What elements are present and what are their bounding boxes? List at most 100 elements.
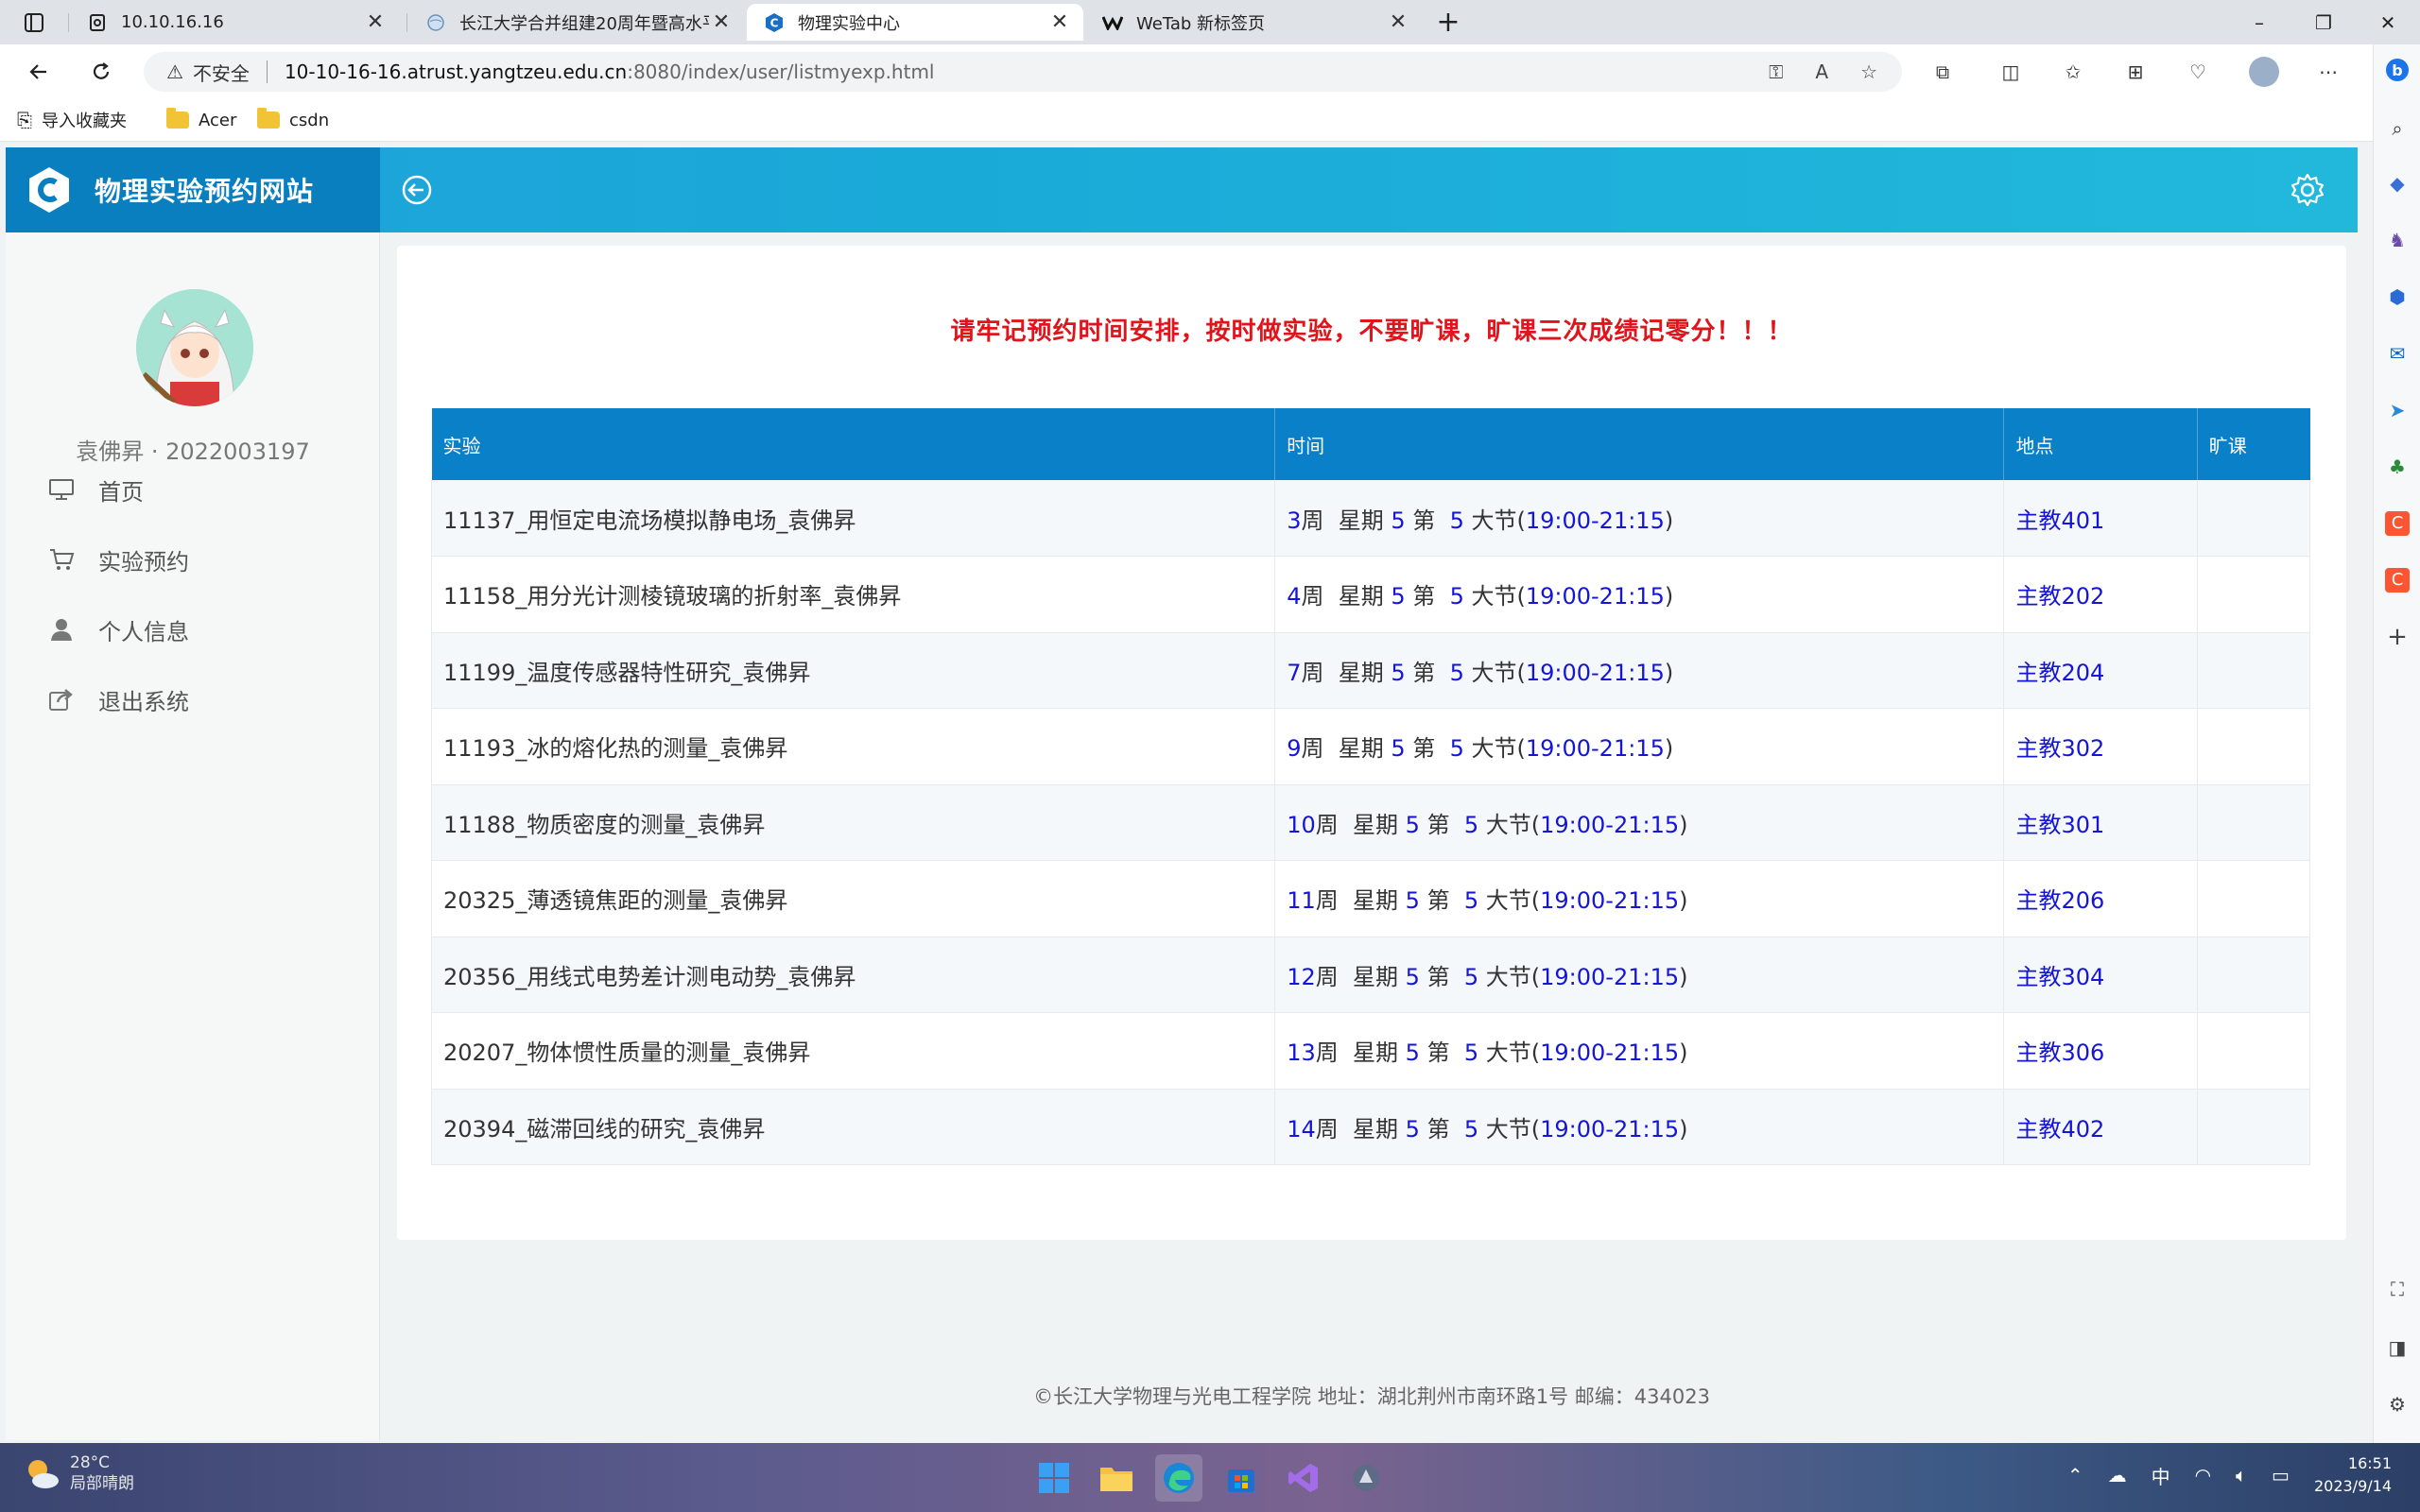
restore-button[interactable]: ❐ [2291, 0, 2356, 44]
security-label: 不安全 [192, 61, 250, 85]
cell-place: 主教302 [2003, 708, 2198, 785]
onedrive-icon[interactable]: ☁ [2108, 1464, 2127, 1486]
add-icon[interactable]: + [2383, 623, 2411, 651]
user-name-id: 袁佛昇 · 2022003197 [76, 438, 310, 465]
wifi-icon[interactable]: ◠ [2195, 1464, 2211, 1486]
bookmark-acer[interactable]: Acer [166, 107, 236, 133]
shopping-tag-icon[interactable]: ◆ [2383, 169, 2411, 198]
sidebar-item-booking[interactable]: 实验预约 [47, 541, 189, 578]
tab-3-active[interactable]: C 物理实验中心 ✕ [747, 4, 1083, 41]
user-icon [47, 615, 76, 644]
edge-browser-button[interactable] [1155, 1454, 1202, 1502]
cell-experiment: 20207_物体惯性质量的测量_袁佛昇 [430, 1012, 1276, 1090]
send-icon[interactable]: ➤ [2383, 396, 2411, 424]
gear-icon[interactable] [2290, 172, 2325, 208]
close-window-button[interactable]: ✕ [2356, 0, 2420, 44]
time-range: 19:00-21:15 [1540, 1115, 1680, 1143]
battery-icon[interactable]: ▭ [2272, 1464, 2290, 1486]
table-header-row: 实验 时间 地点 旷课 [431, 408, 2310, 480]
new-tab-button[interactable]: + [1432, 6, 1464, 39]
screenshot-icon[interactable]: ⛶ [2383, 1275, 2411, 1303]
main-panel: 请牢记预约时间安排，按时做实验，不要旷课，旷课三次成绩记零分！！！ 实验 时间 … [397, 246, 2346, 1240]
day-number: 5 [1405, 1040, 1420, 1067]
outlook-icon[interactable]: ✉ [2383, 339, 2411, 368]
clock[interactable]: 16:51 2023/9/14 [2314, 1452, 2392, 1498]
svg-text:C: C [770, 16, 779, 29]
bookmark-csdn[interactable]: csdn [257, 107, 329, 133]
windows-taskbar: 28°C 局部晴朗 ⌃ ☁ 中 ◠ 🔈︎ ▭ 16:51 2023/9/14 [0, 1443, 2420, 1512]
day-number: 5 [1391, 735, 1406, 763]
hide-sidebar-icon[interactable]: ◨ [2383, 1333, 2411, 1362]
tab-4[interactable]: WeTab 新标签页 ✕ [1085, 4, 1422, 41]
collections-icon[interactable]: ⊞ [2118, 54, 2153, 90]
logout-icon [47, 685, 76, 713]
start-button[interactable] [1030, 1454, 1078, 1502]
table-row: 20207_物体惯性质量的测量_袁佛昇 13周 星期 5 第 5 大节(19:00… [430, 1012, 2311, 1090]
section-number: 5 [1449, 507, 1464, 534]
tree-icon[interactable]: ♣ [2383, 453, 2411, 481]
favorite-star-icon[interactable]: ☆ [1860, 60, 1877, 83]
minimize-button[interactable]: – [2227, 0, 2291, 44]
ime-indicator[interactable]: 中 [2152, 1462, 2170, 1489]
notice-text: 请牢记预约时间安排，按时做实验，不要旷课，旷课三次成绩记零分！！！ [950, 318, 1793, 346]
file-explorer-button[interactable] [1093, 1454, 1140, 1502]
day-number: 5 [1405, 963, 1420, 990]
key-icon[interactable]: ⚿ [1769, 60, 1783, 83]
address-bar[interactable]: ⚠ 不安全 10-10-16-16.atrust.yangtzeu.edu.cn… [144, 52, 1902, 92]
visual-studio-icon [1288, 1464, 1318, 1492]
tab-1[interactable]: 10.10.16.16 ✕ [70, 4, 399, 41]
weather-text: 局部晴朗 [70, 1474, 134, 1493]
collapse-sidebar-icon[interactable] [401, 174, 433, 206]
sidebar-item-logout[interactable]: 退出系统 [47, 680, 189, 718]
arrow-left-icon [29, 64, 46, 79]
cell-absent [2197, 556, 2311, 633]
office-icon[interactable]: ⬢ [2383, 283, 2411, 311]
avatar[interactable] [136, 289, 253, 406]
sidebar-item-home[interactable]: 首页 [47, 471, 144, 508]
brand[interactable]: 物理实验预约网站 [6, 147, 380, 232]
cell-experiment: 11193_冰的熔化热的测量_袁佛昇 [430, 708, 1276, 785]
search-icon[interactable]: ⌕ [2383, 114, 2411, 143]
close-tab-icon[interactable]: ✕ [1047, 10, 1072, 34]
app-button[interactable] [1342, 1454, 1390, 1502]
day-number: 5 [1391, 583, 1406, 610]
back-button[interactable] [21, 54, 57, 90]
svg-text:b: b [2392, 61, 2402, 79]
section-number: 5 [1463, 1040, 1479, 1067]
weather-widget[interactable]: 28°C 局部晴朗 [23, 1452, 134, 1494]
avatar-image [136, 289, 253, 406]
close-tab-icon[interactable]: ✕ [1386, 10, 1410, 34]
favorites-icon[interactable]: ✩ [2055, 54, 2091, 90]
more-menu-icon[interactable]: ⋯ [2310, 54, 2346, 90]
profile-avatar[interactable] [2246, 54, 2282, 90]
sidebar-item-profile[interactable]: 个人信息 [47, 610, 189, 648]
close-tab-icon[interactable]: ✕ [709, 10, 734, 34]
tab-2[interactable]: 长江大学合并组建20周年暨高水平 ✕ [408, 4, 745, 41]
visual-studio-button[interactable] [1280, 1454, 1327, 1502]
csdn-app-icon-2[interactable]: C [2383, 566, 2411, 594]
volume-icon[interactable]: 🔈︎ [2236, 1464, 2247, 1486]
split-screen-icon[interactable]: ◫ [1993, 54, 2029, 90]
settings-icon[interactable]: ⚙ [2383, 1390, 2411, 1418]
warning-icon: ⚠ [166, 60, 183, 83]
col-header-experiment: 实验 [431, 408, 1276, 480]
refresh-button[interactable] [83, 54, 119, 90]
tab-title: WeTab 新标签页 [1136, 13, 1266, 34]
tab-actions-button[interactable] [13, 8, 55, 38]
chevron-up-icon[interactable]: ⌃ [2067, 1464, 2083, 1486]
cell-absent [2197, 1012, 2311, 1090]
bookmark-import[interactable]: ⎘ 导入收藏夹 [17, 107, 127, 133]
browser-essentials-icon[interactable]: ♡ [2180, 54, 2216, 90]
store-button[interactable] [1218, 1454, 1265, 1502]
day-number: 5 [1391, 507, 1406, 534]
tools-icon[interactable]: ♞ [2383, 226, 2411, 254]
close-tab-icon[interactable]: ✕ [363, 10, 388, 34]
cell-place: 主教206 [2003, 860, 2198, 937]
extensions-icon[interactable]: ⧉ [1925, 54, 1961, 90]
bing-icon[interactable]: b [2383, 56, 2411, 84]
time-range: 19:00-21:15 [1525, 507, 1665, 534]
read-aloud-icon[interactable]: A [1815, 60, 1828, 83]
csdn-app-icon[interactable]: C [2383, 509, 2411, 538]
cell-place: 主教202 [2003, 556, 2198, 633]
cell-time: 11周 星期 5 第 5 大节(19:00-21:15) [1274, 860, 2005, 937]
